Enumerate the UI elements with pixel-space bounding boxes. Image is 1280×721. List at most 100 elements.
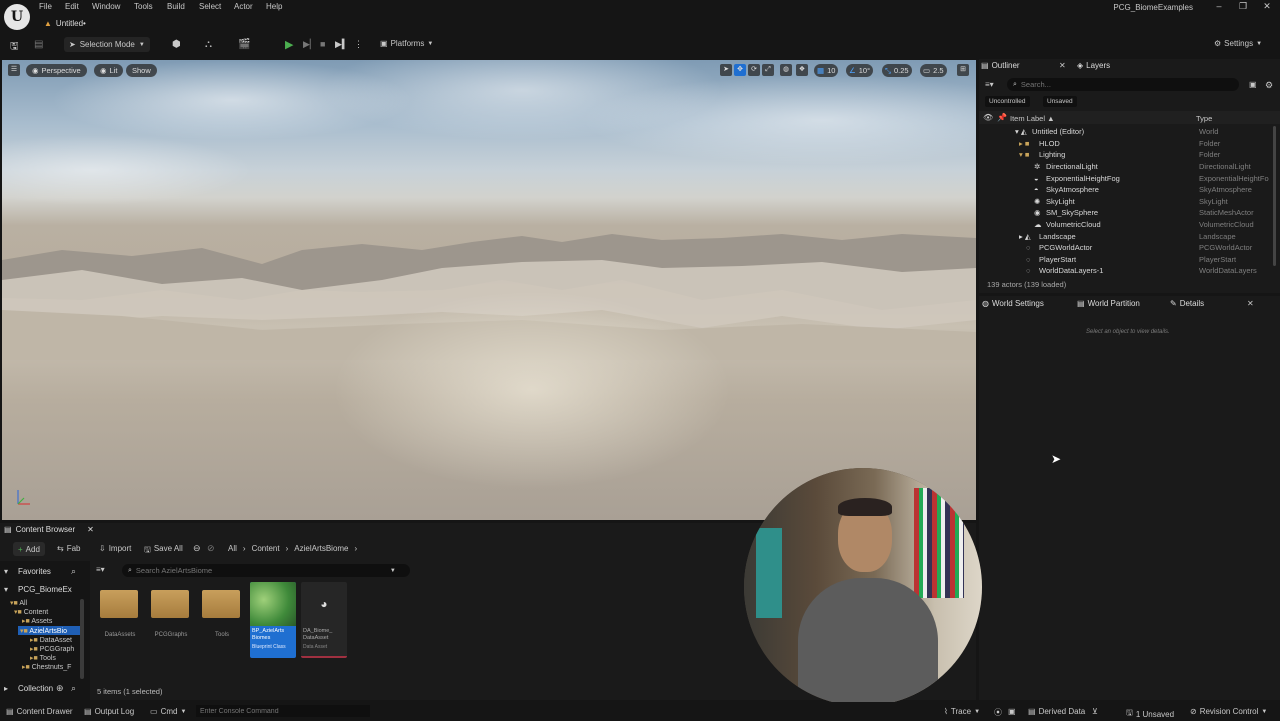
tree-row[interactable]: ▸ ■ HLOD Folder (979, 138, 1279, 150)
outliner-search[interactable]: ⌕ (1007, 78, 1239, 91)
derived-data-button[interactable]: ▤ Derived Data (1028, 707, 1085, 716)
asset-blueprint[interactable]: BP_AzielArts Biomes Blueprint Class (250, 582, 296, 658)
breadcrumb-all[interactable]: All (228, 544, 237, 553)
tree-row[interactable]: ▸ ◭ Landscape Landscape (979, 230, 1279, 242)
output-log-button[interactable]: ▤ Output Log (84, 707, 134, 716)
scale-snap-button[interactable]: ⤡ 0.25 (882, 64, 912, 77)
search-icon[interactable]: ⌕ (71, 683, 76, 694)
asset-folder-pcggraphs[interactable]: PCGGraphs (147, 582, 195, 657)
import-button[interactable]: ⇩ Import (99, 544, 131, 553)
play-options-icon[interactable]: ⋮ (354, 39, 363, 50)
camera-icon[interactable]: ▣ (1008, 707, 1016, 716)
perspective-button[interactable]: ◉ Perspective (26, 64, 87, 77)
selection-mode-dropdown[interactable]: ➤ Selection Mode ▼ (64, 37, 150, 52)
filter-uncontrolled[interactable]: Uncontrolled (985, 96, 1030, 107)
favorites-header[interactable]: Favorites (18, 567, 51, 576)
asset-dataasset[interactable]: ◕ DA_Biome_ DataAsset Data Asset (301, 582, 347, 658)
tree-content[interactable]: ▾■ Content (14, 608, 48, 616)
tree-azielartsbiome[interactable]: ▾■ AzielArtsBio (18, 626, 80, 635)
tree-row[interactable]: ▾ ■ Lighting Folder (979, 149, 1279, 161)
play-icon[interactable]: ▶ (285, 38, 293, 51)
translate-icon[interactable]: ✥ (734, 64, 746, 76)
step-icon[interactable]: ▶▏ (303, 39, 317, 50)
project-header[interactable]: PCG_BiomeEx (18, 585, 72, 594)
tree-chestnuts[interactable]: ▸■ Chestnuts_F (22, 663, 71, 671)
show-button[interactable]: Show (126, 64, 157, 77)
column-item-label[interactable]: Item Label ▲ (1010, 114, 1055, 123)
add-collection-icon[interactable]: ⊕ (56, 683, 64, 694)
unreal-logo-icon[interactable]: U (4, 4, 30, 30)
scale-icon[interactable]: ⤢ (762, 64, 774, 76)
add-actor-icon[interactable]: ⬢ (172, 39, 181, 50)
outliner-search-input[interactable] (1020, 80, 1221, 89)
tree-row[interactable]: ☁ VolumetricCloud VolumetricCloud (979, 219, 1279, 231)
maximize-icon[interactable]: ❐ (1232, 1, 1254, 13)
tab-world-partition[interactable]: ▤ World Partition (1077, 299, 1140, 308)
tree-row[interactable]: ▾ ◭ Untitled (Editor) World (979, 126, 1279, 138)
grid-snap-button[interactable]: ▦ 10 (814, 64, 839, 77)
menu-build[interactable]: Build (167, 2, 185, 11)
tree-row[interactable]: ✺ SkyLight SkyLight (979, 196, 1279, 208)
blueprint-icon[interactable]: ⛬ (205, 39, 212, 50)
menu-actor[interactable]: Actor (234, 2, 253, 11)
view-mode-button[interactable]: ◉ Lit (94, 64, 124, 77)
save-icon[interactable]: 🖫 (10, 39, 19, 56)
tab-details[interactable]: ✎ Details (1170, 299, 1204, 308)
tree-all[interactable]: ▾■ All (10, 599, 27, 607)
rotate-icon[interactable]: ⟳ (748, 64, 760, 76)
filter-unsaved[interactable]: Unsaved (1043, 96, 1077, 107)
tree-pcggraphs[interactable]: ▸■ PCGGraph (30, 645, 74, 653)
maximize-viewport-icon[interactable]: ⊞ (957, 64, 969, 76)
content-browser-tab[interactable]: ▤ Content Browser ✕ (4, 525, 94, 534)
breadcrumb-azielartsbiome[interactable]: AzielArtsBiome (294, 544, 348, 553)
tree-tools[interactable]: ▸■ Tools (30, 654, 56, 662)
menu-window[interactable]: Window (92, 2, 120, 11)
tree-assets[interactable]: ▸■ Assets (22, 617, 52, 625)
rotation-snap-button[interactable]: ∠ 10° (846, 64, 874, 77)
filter-icon[interactable]: ≡▾ (96, 565, 105, 574)
minimize-icon[interactable]: – (1208, 1, 1230, 13)
tree-row[interactable]: ◌ PCGWorldActor PCGWorldActor (979, 242, 1279, 254)
unsaved-button[interactable]: 🖫 1 Unsaved (1126, 707, 1174, 721)
tree-row[interactable]: ◓ SkyAtmosphere SkyAtmosphere (979, 184, 1279, 196)
viewport-menu-icon[interactable]: ☰ (8, 64, 20, 76)
trace-dropdown[interactable]: ⌇ Trace ▼ (944, 707, 980, 716)
level-tab[interactable]: ▲ Untitled• (44, 17, 86, 30)
world-local-icon[interactable]: ◍ (780, 64, 792, 76)
record-icon[interactable]: ⦿ (994, 707, 1002, 718)
tab-outliner[interactable]: ▤ Outliner (981, 61, 1020, 70)
tree-row[interactable]: ◉ SM_SkySphere StaticMeshActor (979, 207, 1279, 219)
add-button[interactable]: + Add (13, 542, 45, 556)
tree-dataassets[interactable]: ▸■ DataAsset (30, 636, 72, 644)
save-all-button[interactable]: 🖫 Save All (144, 544, 183, 558)
outliner-settings-icon[interactable]: ⚙ (1265, 80, 1273, 91)
revision-control-button[interactable]: ⊘ Revision Control ▼ (1190, 707, 1267, 716)
history-back-icon[interactable]: ⊖ (193, 543, 201, 554)
asset-folder-dataassets[interactable]: DataAssets (96, 582, 144, 657)
settings-dropdown[interactable]: ⚙ Settings ▼ (1214, 39, 1262, 48)
asset-search[interactable]: ⌕ ▼ (122, 564, 410, 577)
derived-data-options-icon[interactable]: ⊻ (1092, 707, 1098, 716)
close-window-icon[interactable]: ✕ (1256, 1, 1278, 13)
level-viewport[interactable]: ☰ ◉ Perspective ◉ Lit Show ➤ ✥ ⟳ ⤢ ◍ ❖ ▦… (2, 60, 976, 520)
menu-help[interactable]: Help (266, 2, 282, 11)
breadcrumb-content[interactable]: Content (252, 544, 280, 553)
platforms-dropdown[interactable]: ▣ Platforms ▼ (380, 39, 433, 48)
tree-row[interactable]: ✲ DirectionalLight DirectionalLight (979, 161, 1279, 173)
tab-layers[interactable]: ◈ Layers (1077, 61, 1110, 70)
menu-file[interactable]: File (39, 2, 52, 11)
add-folder-icon[interactable]: ▣ (1249, 80, 1257, 89)
tree-row[interactable]: ◌ WorldDataLayers-1 WorldDataLayers (979, 265, 1279, 277)
fab-button[interactable]: ⇆ Fab (57, 544, 81, 553)
select-tool-icon[interactable]: ➤ (720, 64, 732, 76)
browse-icon[interactable]: ▤ (34, 39, 43, 50)
menu-edit[interactable]: Edit (65, 2, 79, 11)
console-input[interactable] (196, 705, 370, 717)
cinematics-icon[interactable]: 🎬 (238, 39, 250, 50)
menu-tools[interactable]: Tools (134, 2, 153, 11)
tree-scrollbar[interactable] (80, 599, 84, 679)
close-tab-icon[interactable]: ✕ (87, 525, 94, 534)
tree-row[interactable]: ◌ PlayerStart PlayerStart (979, 254, 1279, 266)
asset-search-input[interactable] (135, 566, 386, 575)
eject-icon[interactable]: ▶▍ (335, 39, 349, 50)
